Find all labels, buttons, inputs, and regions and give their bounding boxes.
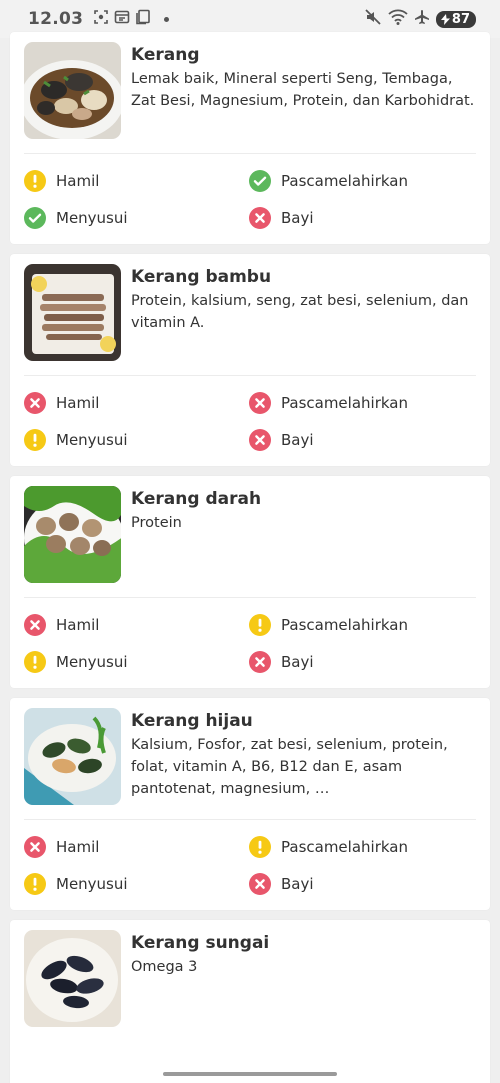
divider [24,153,476,154]
airplane-icon [414,9,430,29]
status-bayi: Bayi [249,199,476,236]
check-icon [24,206,46,229]
cross-icon [24,613,46,636]
food-image-kerang-darah [24,486,121,583]
divider [24,375,476,376]
status-bayi: Bayi [249,865,476,902]
status-menyusui: Menyusui [24,421,249,458]
cross-icon [249,650,271,673]
status-hamil: Hamil [24,606,249,643]
food-name: Kerang hijau [131,711,253,731]
caution-icon [24,872,46,895]
status-menyusui: Menyusui [24,865,249,902]
food-nutrients: Protein [131,515,182,531]
cross-icon [24,835,46,858]
food-image-kerang-hijau [24,708,121,805]
status-menyusui: Menyusui [24,199,249,236]
status-hamil: Hamil [24,384,249,421]
charging-icon [440,13,450,25]
status-menyusui: Menyusui [24,643,249,680]
notification-dot-icon [164,16,170,22]
food-nutrients: Protein, kalsium, seng, zat besi, seleni… [131,293,469,331]
cross-icon [249,391,271,414]
status-hamil: Hamil [24,162,249,199]
calendar-icon [114,9,130,29]
food-card-kerang-darah[interactable]: Kerang darah Protein Hamil Pascamelahirk… [10,476,490,688]
food-nutrients: Kalsium, Fosfor, zat besi, selenium, pro… [131,737,448,797]
screenshot-icon [93,9,109,29]
cross-icon [249,872,271,895]
food-name: Kerang [131,45,200,65]
wifi-icon [388,8,408,30]
battery-level: 87 [451,11,470,27]
copy-icon [135,9,151,29]
status-pascamelahirkan: Pascamelahirkan [249,828,476,865]
food-nutrients: Lemak baik, Mineral seperti Seng, Tembag… [131,71,475,109]
caution-icon [249,835,271,858]
status-bayi: Bayi [249,421,476,458]
check-icon [249,169,271,192]
status-pascamelahirkan: Pascamelahirkan [249,384,476,421]
food-name: Kerang darah [131,489,262,509]
caution-icon [249,613,271,636]
food-list: Kerang Lemak baik, Mineral seperti Seng,… [10,32,490,1083]
food-image-kerang [24,42,121,139]
food-card-kerang-hijau[interactable]: Kerang hijau Kalsium, Fosfor, zat besi, … [10,698,490,910]
food-card-kerang-bambu[interactable]: Kerang bambu Protein, kalsium, seng, zat… [10,254,490,466]
cross-icon [249,206,271,229]
food-card-kerang[interactable]: Kerang Lemak baik, Mineral seperti Seng,… [10,32,490,244]
cross-icon [24,391,46,414]
divider [24,819,476,820]
divider [24,597,476,598]
caution-icon [24,650,46,673]
gesture-home-bar[interactable] [163,1072,337,1076]
caution-icon [24,169,46,192]
food-image-kerang-sungai [24,930,121,1027]
status-pascamelahirkan: Pascamelahirkan [249,162,476,199]
status-hamil: Hamil [24,828,249,865]
food-nutrients: Omega 3 [131,959,198,975]
status-time: 12.03 [28,9,84,29]
status-bayi: Bayi [249,643,476,680]
food-card-kerang-sungai[interactable]: Kerang sungai Omega 3 [10,920,490,1083]
food-image-kerang-bambu [24,264,121,361]
cross-icon [249,428,271,451]
status-pascamelahirkan: Pascamelahirkan [249,606,476,643]
food-name: Kerang sungai [131,933,270,953]
mute-icon [364,8,382,30]
food-name: Kerang bambu [131,267,272,287]
battery-indicator: 87 [435,10,476,28]
caution-icon [24,428,46,451]
